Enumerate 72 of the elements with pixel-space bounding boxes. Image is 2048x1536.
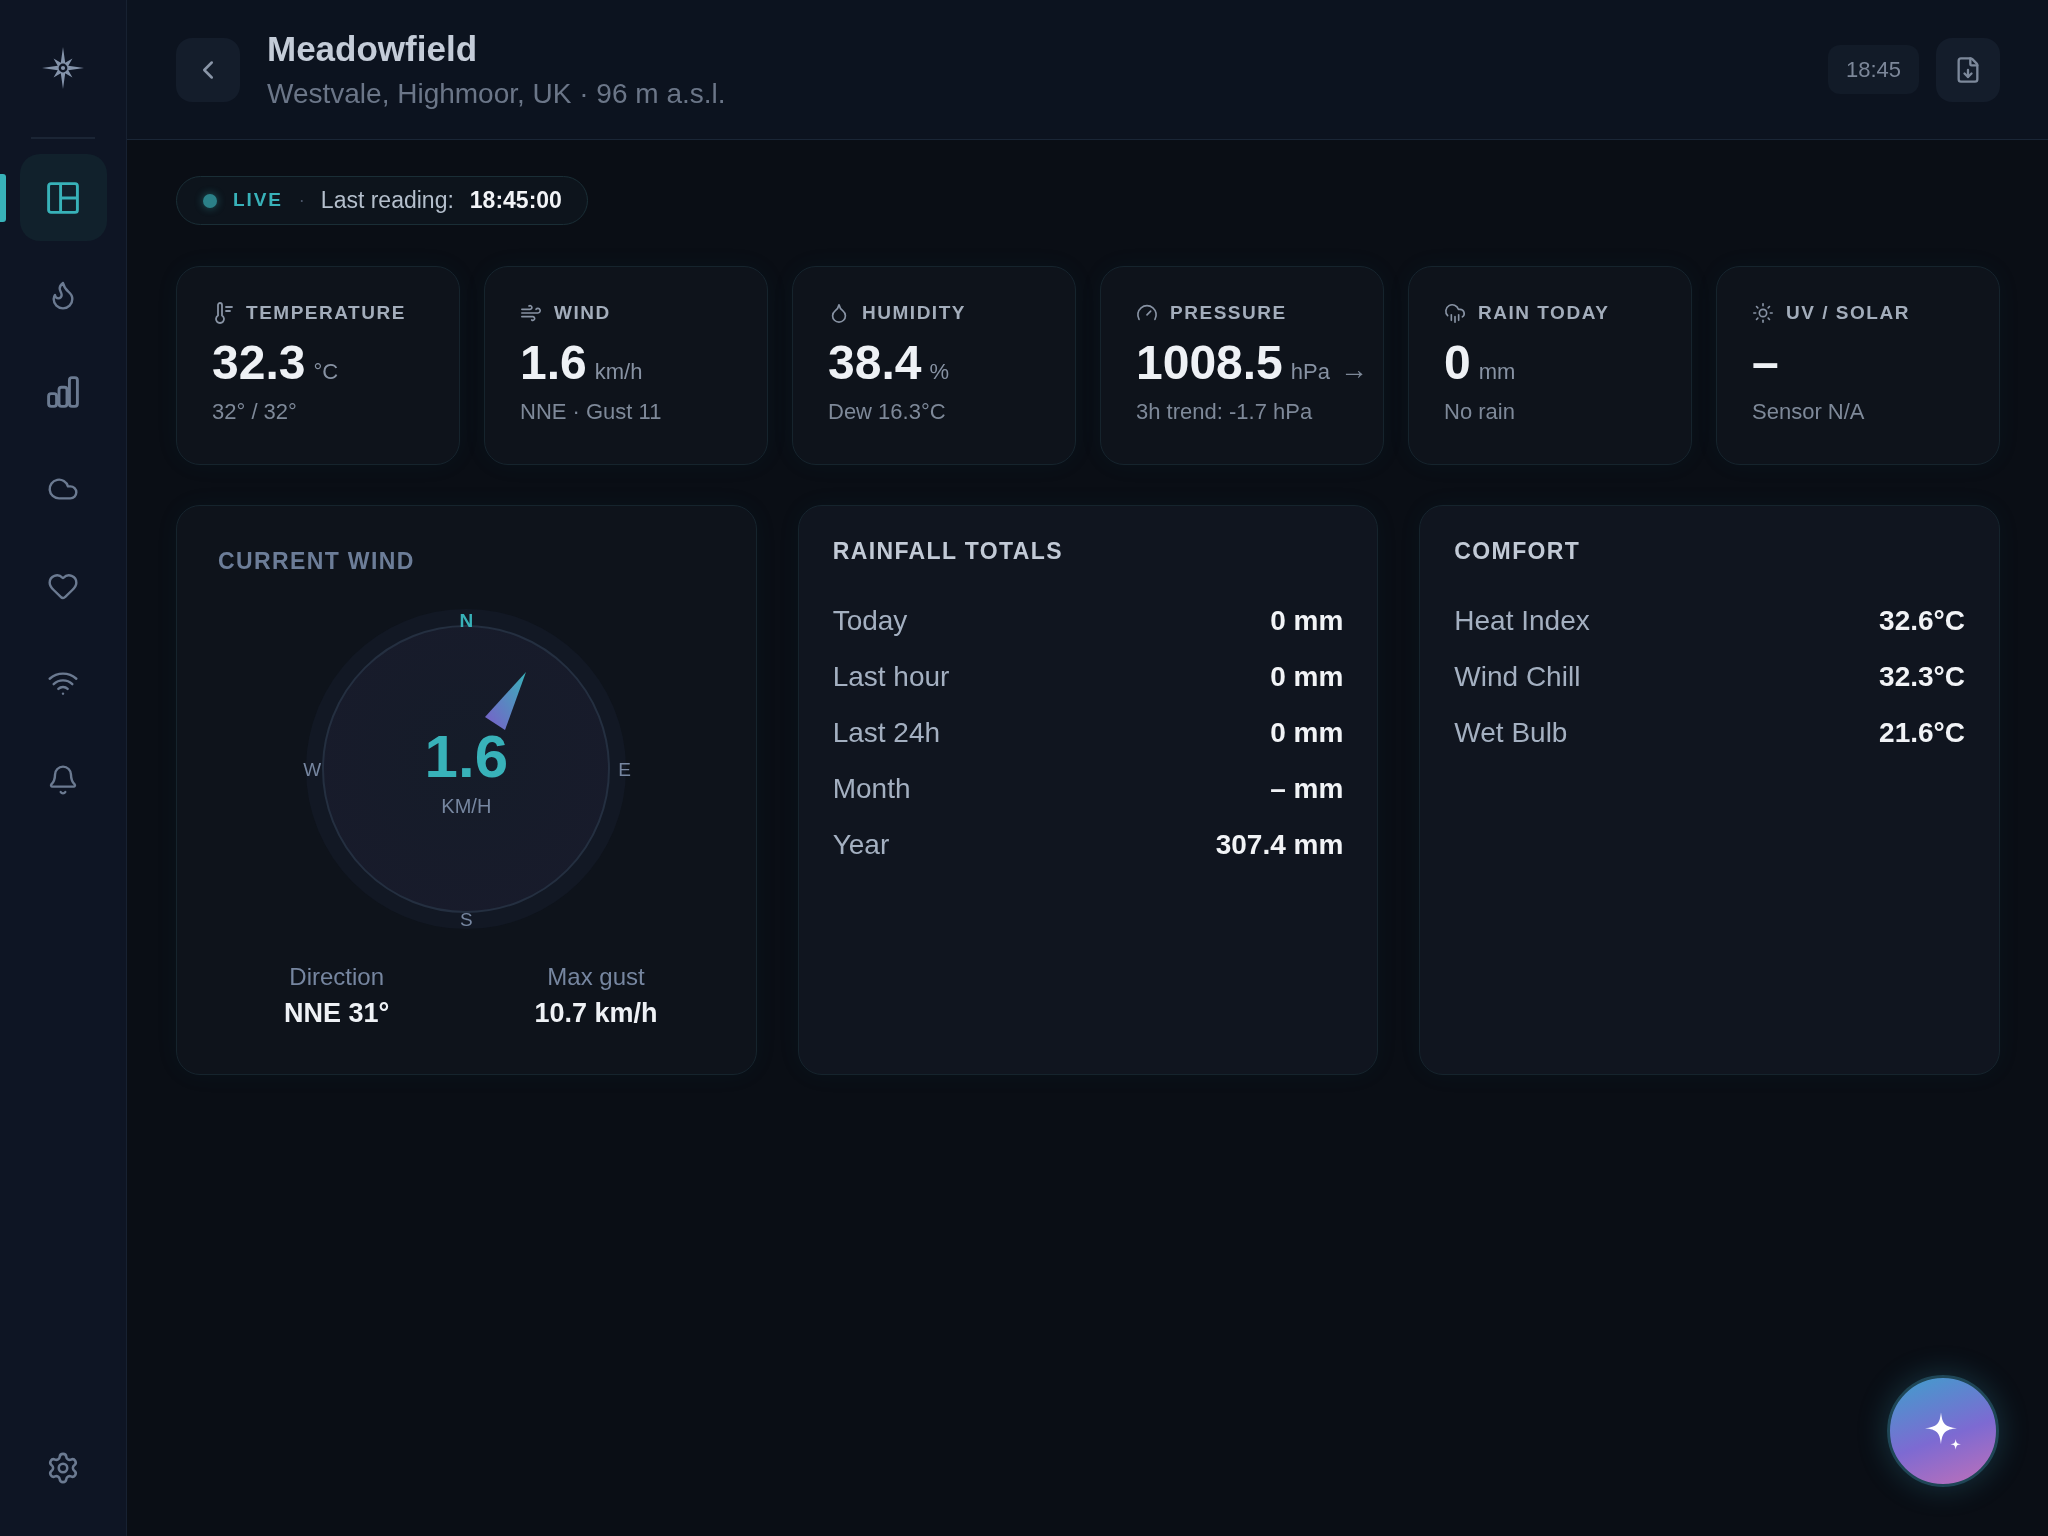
row-value: 0 mm xyxy=(1270,716,1344,750)
stat-value: 32.3 xyxy=(212,339,306,387)
stat-label: UV / SOLAR xyxy=(1786,300,1910,325)
stat-label: HUMIDITY xyxy=(862,300,966,325)
stat-detail: Dew 16.3°C xyxy=(828,399,947,425)
row-label: Today xyxy=(832,604,908,638)
rain-cloud-icon xyxy=(1444,302,1466,324)
wind-stat-value: 10.7 km/h xyxy=(534,997,658,1030)
compass-north: N xyxy=(459,611,474,630)
wind-speed-unit: KM/H xyxy=(441,796,492,816)
wind-speed: 1.6 xyxy=(424,733,509,781)
bell-icon xyxy=(47,763,79,796)
wind-stat-value: NNE 31° xyxy=(284,997,390,1030)
settings-icon xyxy=(46,1450,80,1485)
stat-detail: Sensor N/A xyxy=(1752,399,1866,425)
stat-label: TEMPERATURE xyxy=(246,300,406,325)
row-label: Last hour xyxy=(832,660,950,694)
card-title: RAINFALL TOTALS xyxy=(832,540,1064,563)
stat-label: PRESSURE xyxy=(1170,300,1287,325)
thermometer-icon xyxy=(212,302,234,324)
time-pill: 18:45 xyxy=(1827,45,1919,94)
sidebar-nav-button[interactable] xyxy=(19,154,107,241)
stat-detail: No rain xyxy=(1444,399,1516,425)
row-value: 32.6°C xyxy=(1879,604,1965,638)
row-value: 307.4 mm xyxy=(1215,828,1344,862)
live-label: LIVE xyxy=(233,188,283,213)
row-label: Year xyxy=(832,828,890,862)
compass-east: E xyxy=(618,760,631,779)
last-reading-label: Last reading: xyxy=(320,186,454,216)
separator: · xyxy=(298,189,305,212)
row-value: 0 mm xyxy=(1270,604,1344,638)
stat-unit: °C xyxy=(313,361,339,383)
wind-stat-label: Direction xyxy=(289,962,384,992)
sun-icon xyxy=(1752,302,1774,324)
stat-value: 38.4 xyxy=(828,339,922,387)
stat-unit: mm xyxy=(1478,361,1516,383)
row-value: 21.6°C xyxy=(1879,716,1965,750)
stat-label: RAIN TODAY xyxy=(1478,300,1610,325)
bar-chart-icon xyxy=(47,375,79,408)
stat-unit: % xyxy=(929,361,949,383)
stat-detail: 32° / 32° xyxy=(212,399,298,425)
stat-label: WIND xyxy=(554,300,611,325)
stat-unit: km/h xyxy=(594,361,643,383)
station-title: Meadowfield xyxy=(267,27,479,70)
needle-icon xyxy=(485,672,527,730)
stat-unit: hPa xyxy=(1290,361,1330,383)
card-title: COMFORT xyxy=(1454,540,1582,563)
row-label: Wind Chill xyxy=(1454,660,1581,694)
last-reading-time: 18:45:00 xyxy=(469,186,562,216)
compass-west: W xyxy=(303,760,322,779)
row-value: 0 mm xyxy=(1270,660,1344,694)
stat-detail: 3h trend: -1.7 hPa xyxy=(1136,399,1314,425)
wind-icon xyxy=(520,302,542,324)
stat-value: 1.6 xyxy=(520,339,587,387)
stat-value: 1008.5 xyxy=(1136,339,1283,387)
stat-detail: NNE · Gust 11 xyxy=(520,399,663,425)
station-subtitle: Westvale, Highmoor, UK · 96 m a.s.l. xyxy=(267,76,726,111)
trend-arrow: → xyxy=(1339,356,1368,384)
export-button[interactable] xyxy=(1936,37,2000,102)
stat-value: 0 xyxy=(1444,339,1471,387)
stat-value: – xyxy=(1752,339,1779,387)
row-label: Month xyxy=(832,772,911,806)
card-title: CURRENT WIND xyxy=(217,550,416,573)
row-value: 32.3°C xyxy=(1879,660,1965,694)
row-label: Last 24h xyxy=(832,716,941,750)
layout-icon xyxy=(47,181,79,214)
compass-south: S xyxy=(460,910,473,929)
wind-stat-label: Max gust xyxy=(547,962,645,992)
active-indicator xyxy=(0,174,6,222)
row-label: Heat Index xyxy=(1454,604,1590,638)
row-value: – mm xyxy=(1270,772,1344,806)
row-label: Wet Bulb xyxy=(1454,716,1568,750)
